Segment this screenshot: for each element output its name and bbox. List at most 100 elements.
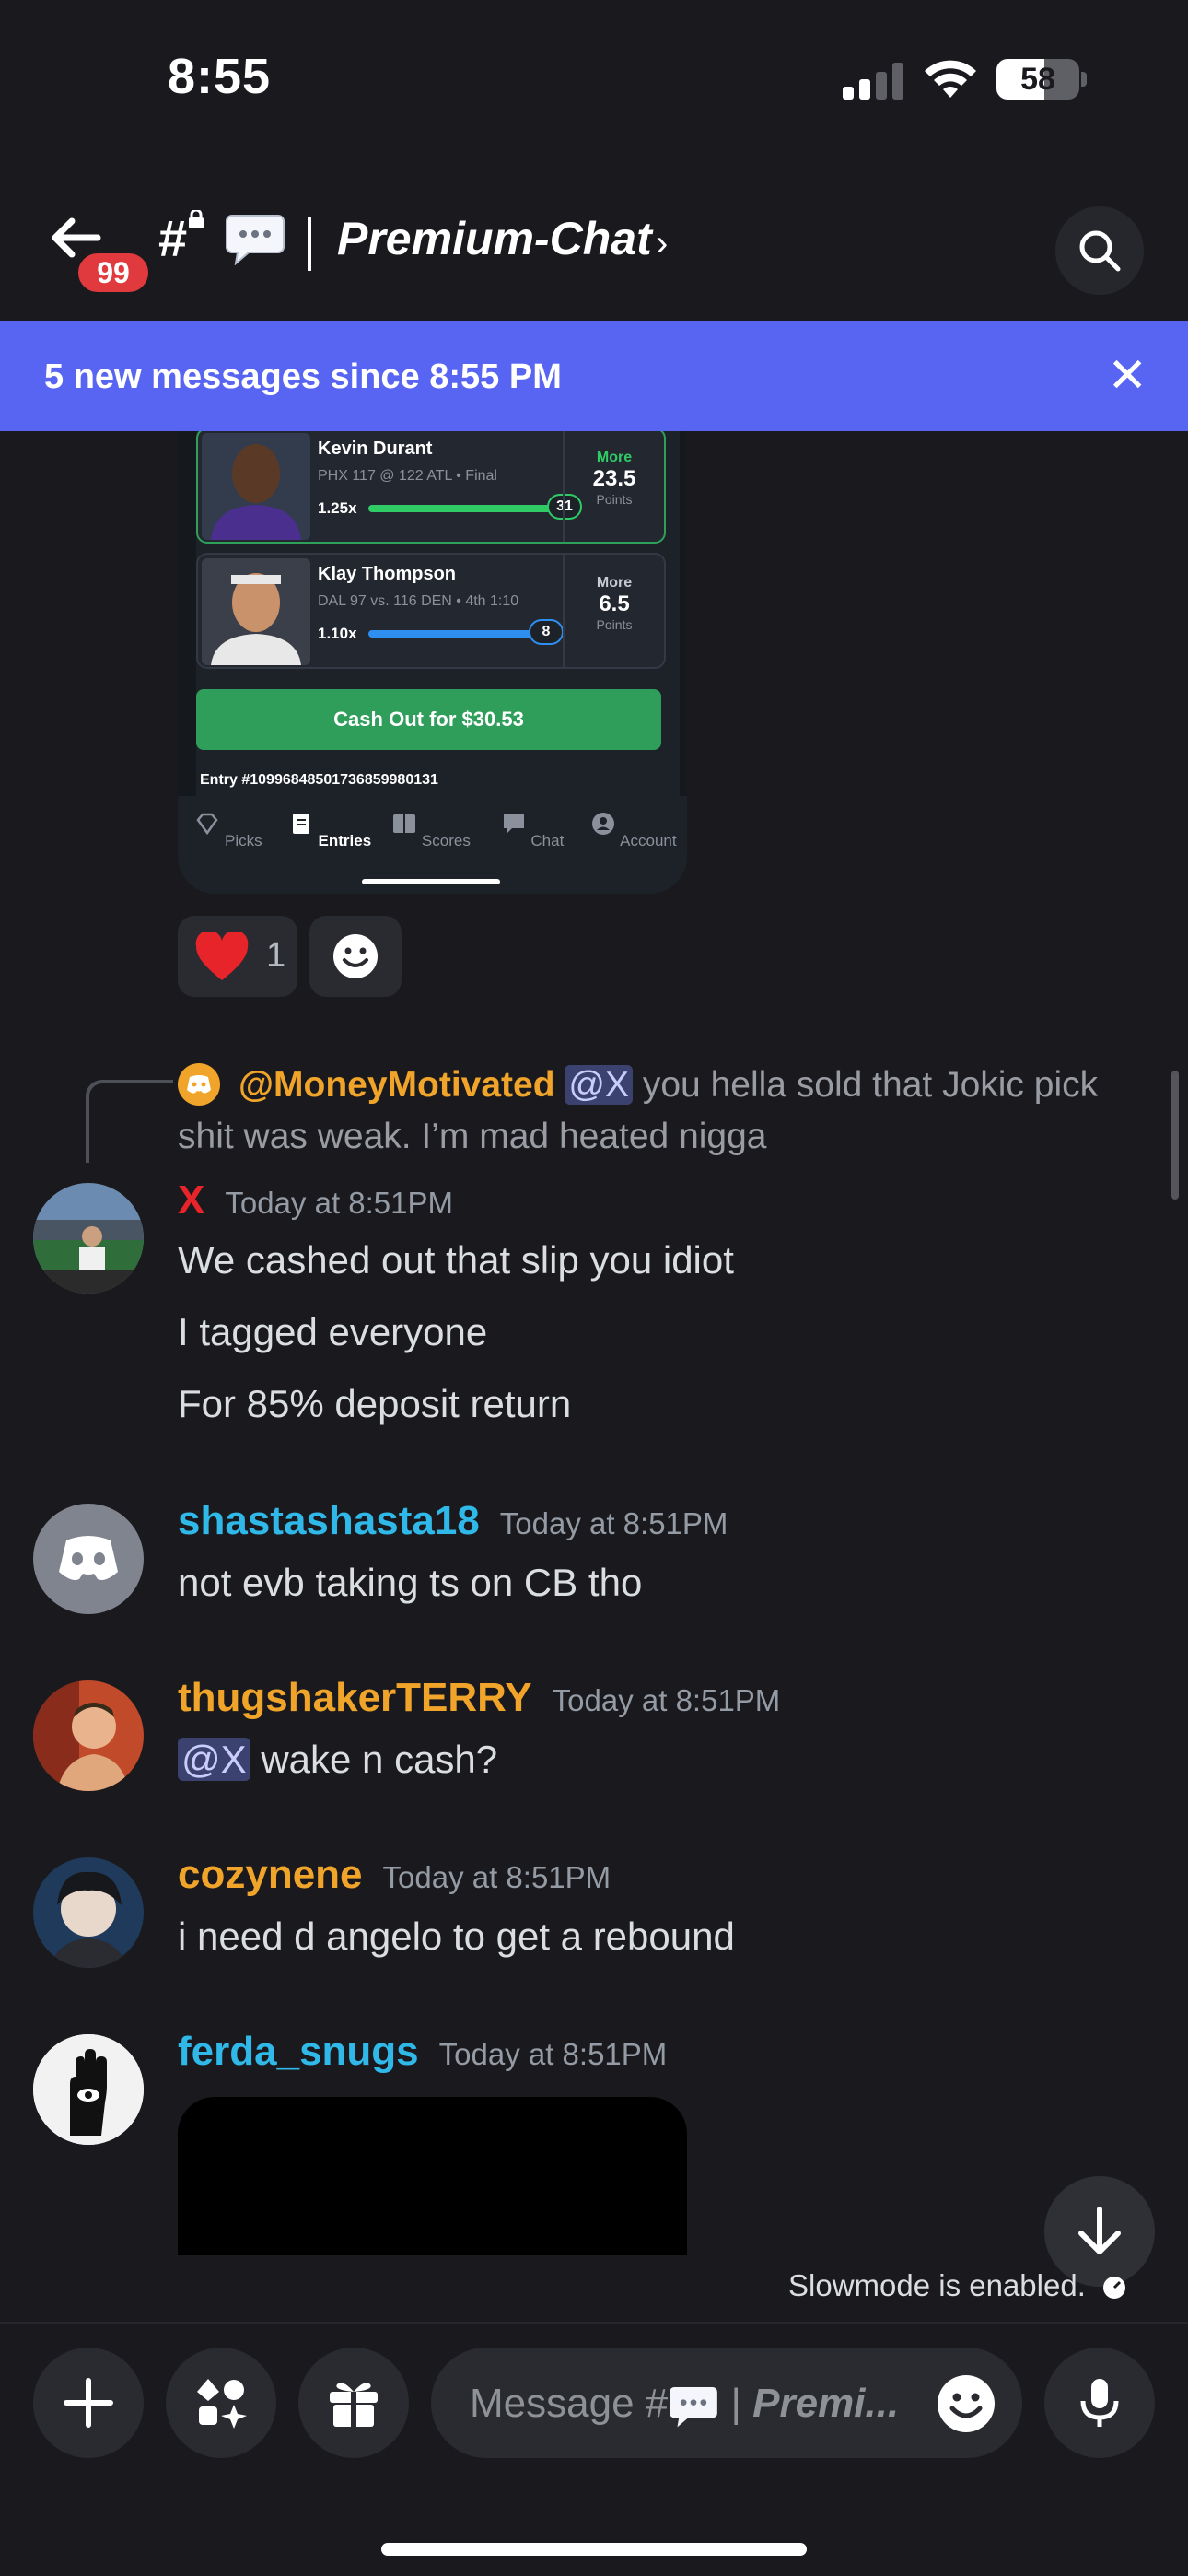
gift-button[interactable]: [298, 2348, 409, 2458]
arrow-down-icon: [1078, 2207, 1121, 2254]
discord-logo-icon: [187, 1075, 211, 1094]
account-icon: [592, 813, 615, 835]
player-card-durant: Kevin Durant PHX 117 @ 122 ATL • Final 1…: [196, 431, 666, 544]
pick-unit: Points: [596, 617, 633, 632]
message-author[interactable]: ferda_snugs Today at 8:51PM: [178, 2029, 667, 2075]
reply-author[interactable]: @MoneyMotivated: [239, 1065, 555, 1105]
avatar[interactable]: [33, 1857, 144, 1968]
entry-id: Entry #10996848501736859980131: [200, 772, 438, 788]
chevron-right-icon[interactable]: ›: [656, 223, 668, 264]
tab-label: Scores: [421, 832, 471, 849]
progress-bar: [368, 630, 534, 638]
reaction-count: 1: [266, 936, 286, 975]
search-icon: [1079, 230, 1121, 272]
cash-out-button: Cash Out for $30.53: [196, 689, 661, 750]
player-headshot: [202, 558, 310, 665]
tab-label: Picks: [225, 832, 262, 849]
cellular-signal-icon: [843, 63, 903, 100]
reply-preview[interactable]: @MoneyMotivated @X you hella sold that J…: [178, 1060, 1136, 1163]
message-text: @X wake n cash?: [178, 1738, 497, 1782]
timestamp: Today at 8:51PM: [225, 1186, 454, 1220]
author-name[interactable]: shastashasta18: [178, 1498, 480, 1543]
slowmode-text: Slowmode is enabled.: [788, 2268, 1086, 2302]
tab-account: Account: [583, 811, 684, 850]
channel-header: 99 # Premium-Chat ›: [0, 184, 1188, 313]
apps-shapes-icon: [197, 2379, 247, 2429]
timer-icon: [1103, 2277, 1126, 2300]
new-messages-text[interactable]: 5 new messages since 8:55 PM: [44, 357, 562, 397]
placeholder-channel: Premi...: [752, 2381, 900, 2426]
message-composer: Message # | Premi...: [0, 2322, 1188, 2576]
channel-name-separator: [308, 217, 311, 271]
voice-message-button[interactable]: [1044, 2348, 1155, 2458]
message-content: wake n cash?: [250, 1738, 498, 1781]
scoreboard-icon: [393, 814, 416, 833]
player-multiplier: 1.25x: [318, 499, 357, 517]
plus-icon: [64, 2378, 113, 2428]
status-bar: 8:55 58: [0, 0, 1188, 157]
slowmode-notice: Slowmode is enabled.: [788, 2268, 1127, 2303]
search-button[interactable]: [1055, 206, 1144, 295]
speech-bubble-emoji-icon: [226, 215, 285, 265]
new-messages-bar[interactable]: 5 new messages since 8:55 PM ✕: [0, 321, 1188, 431]
smiley-icon: [333, 934, 378, 978]
battery-icon: 58: [996, 59, 1079, 100]
avatar[interactable]: [33, 1504, 144, 1614]
author-name[interactable]: thugshakerTERRY: [178, 1675, 532, 1720]
diamond-icon: [196, 813, 218, 836]
tab-picks: Picks: [178, 811, 279, 850]
message-author[interactable]: thugshakerTERRY Today at 8:51PM: [178, 1675, 780, 1721]
message-text: i need d angelo to get a rebound: [178, 1914, 735, 1958]
message-text: For 85% deposit return: [178, 1382, 572, 1425]
pick-line: More 6.5 Points: [563, 555, 664, 667]
timestamp: Today at 8:51PM: [499, 1506, 728, 1540]
apps-button[interactable]: [166, 2348, 276, 2458]
microphone-icon: [1080, 2379, 1119, 2427]
avatar[interactable]: [33, 1183, 144, 1294]
author-name[interactable]: ferda_snugs: [178, 2029, 419, 2074]
scrollbar[interactable]: [1171, 1071, 1179, 1200]
reaction-heart[interactable]: 1: [178, 916, 297, 997]
message-text: I tagged everyone: [178, 1310, 488, 1353]
mention-pill[interactable]: @X: [178, 1738, 250, 1781]
chat-icon: [503, 814, 524, 834]
pick-line: More 23.5 Points: [563, 431, 664, 542]
author-name[interactable]: X: [178, 1177, 204, 1223]
lock-icon: [189, 210, 204, 228]
player-game: DAL 97 vs. 116 DEN • 4th 1:10: [318, 593, 519, 609]
app-tab-bar: Picks Entries Scores Chat Account: [178, 796, 687, 894]
message-input[interactable]: Message # | Premi...: [431, 2348, 1022, 2458]
player-card-thompson: Klay Thompson DAL 97 vs. 116 DEN • 4th 1…: [196, 553, 666, 669]
pick-direction: More: [596, 575, 633, 591]
mention-pill[interactable]: @X: [565, 1065, 634, 1105]
avatar[interactable]: [33, 2034, 144, 2145]
message-placeholder: Message # | Premi...: [470, 2381, 930, 2429]
wifi-icon: [925, 60, 976, 98]
text-channel-hash-icon: #: [158, 209, 188, 267]
player-headshot: [202, 433, 310, 540]
home-indicator-mini: [362, 879, 500, 884]
add-attachment-button[interactable]: [33, 2348, 144, 2458]
message-author[interactable]: shastashasta18 Today at 8:51PM: [178, 1498, 728, 1544]
close-icon[interactable]: ✕: [1107, 348, 1147, 404]
tab-label: Chat: [530, 832, 565, 849]
message-image-attachment[interactable]: Kevin Durant PHX 117 @ 122 ATL • Final 1…: [178, 431, 687, 894]
pick-line-value: 6.5: [599, 591, 630, 616]
avatar[interactable]: [33, 1680, 144, 1791]
emoji-icon[interactable]: [936, 2373, 996, 2434]
placeholder-prefix: Message #: [470, 2381, 669, 2426]
add-reaction-button[interactable]: [309, 916, 402, 997]
message-image-attachment[interactable]: [178, 2097, 687, 2255]
author-name[interactable]: cozynene: [178, 1852, 363, 1897]
message-author[interactable]: X Today at 8:51PM: [178, 1177, 453, 1224]
message-text: We cashed out that slip you idiot: [178, 1238, 734, 1282]
message-author[interactable]: cozynene Today at 8:51PM: [178, 1852, 611, 1898]
channel-name[interactable]: Premium-Chat: [337, 212, 652, 265]
heart-icon: [195, 932, 249, 980]
player-multiplier: 1.10x: [318, 625, 357, 642]
player-name: Kevin Durant: [318, 439, 433, 459]
reply-connector: [86, 1080, 173, 1163]
unread-badge: 99: [74, 249, 153, 297]
discord-logo-icon: [59, 1536, 118, 1580]
timestamp: Today at 8:51PM: [552, 1683, 781, 1717]
